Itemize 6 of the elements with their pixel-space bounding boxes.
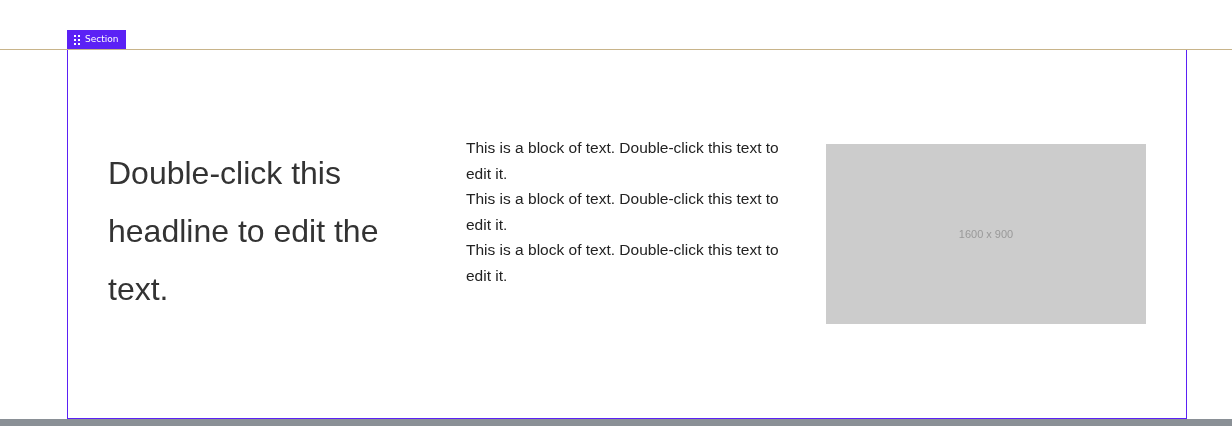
drag-handle-icon	[74, 34, 80, 45]
text-paragraph: This is a block of text. Double-click this text to edit it.	[466, 138, 780, 184]
text-paragraph: This is a block of text. Double-click this text to edit it.	[466, 240, 780, 286]
text-paragraph: This is a block of text. Double-click this text to edit it.	[466, 189, 780, 235]
headline: Double-click this headline to edit the text.	[108, 154, 380, 309]
section-label[interactable]: Section	[67, 30, 126, 49]
